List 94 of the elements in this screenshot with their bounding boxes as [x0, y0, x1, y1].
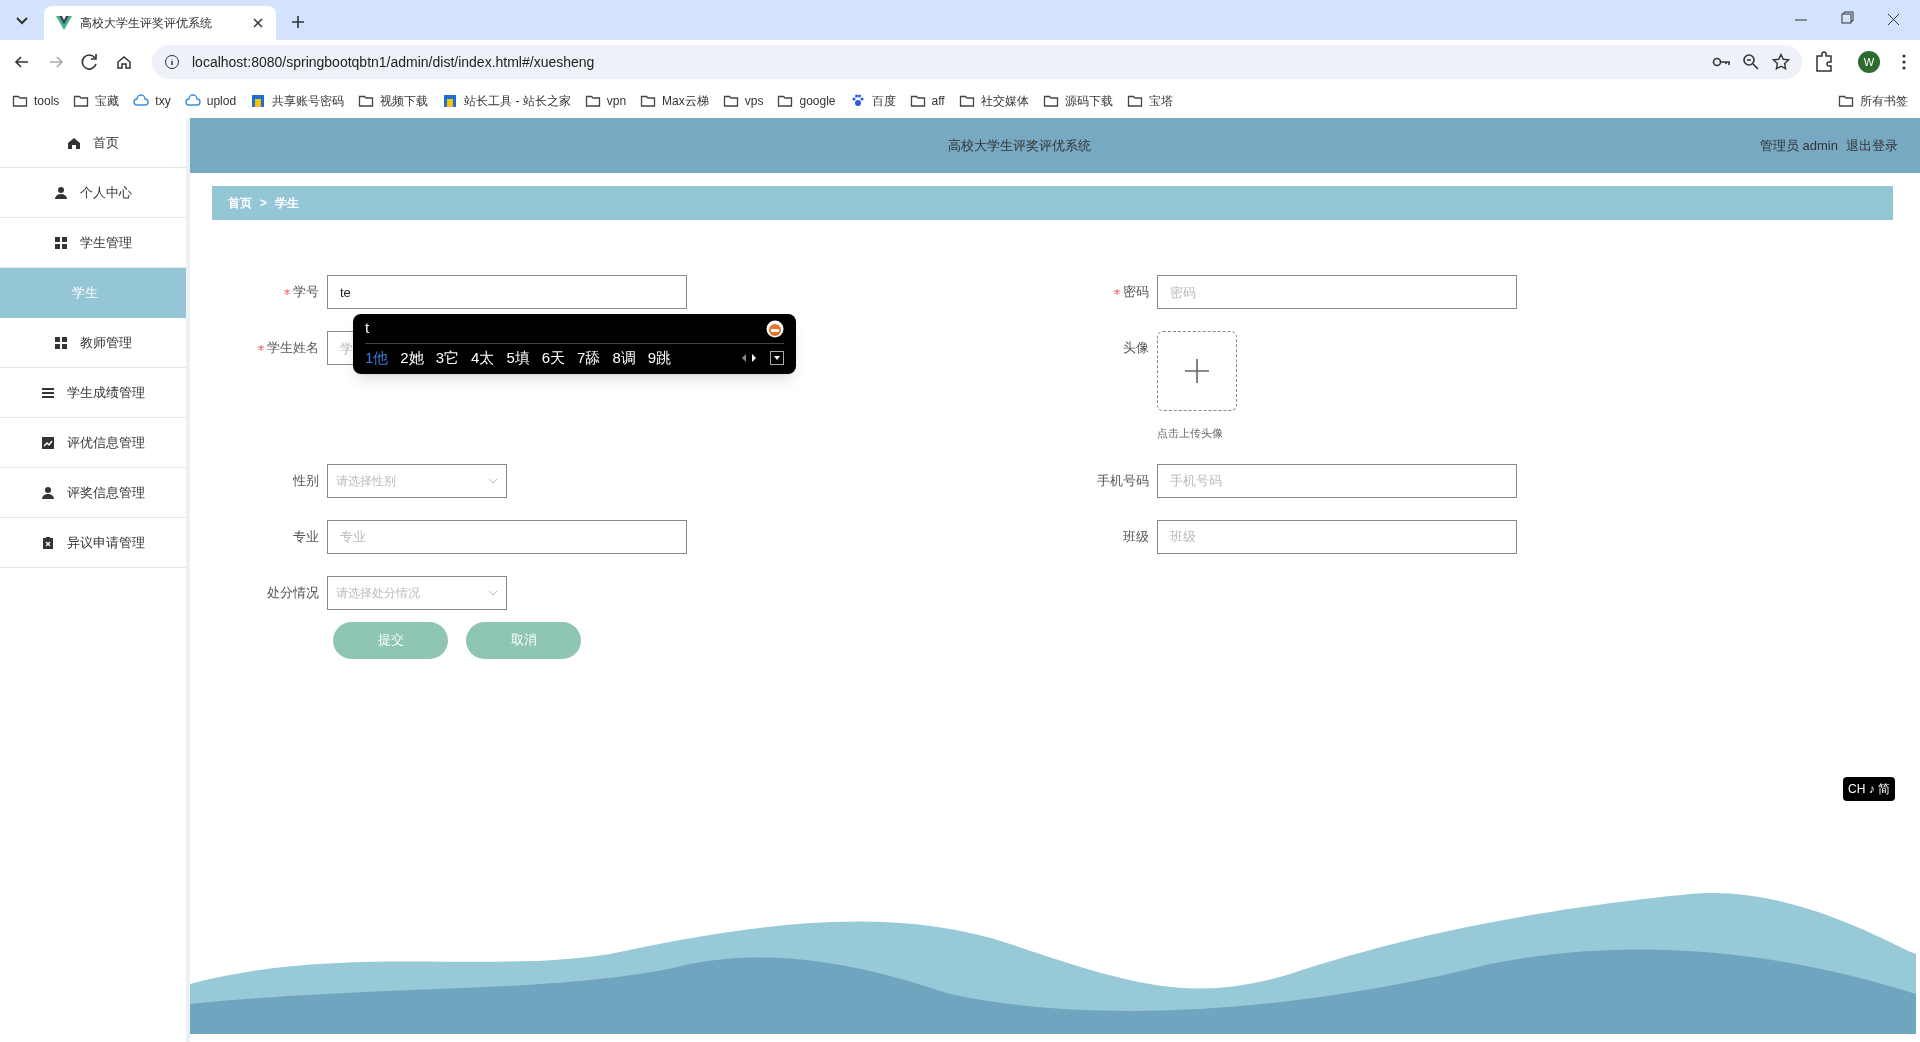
- cloud-icon: [184, 93, 201, 109]
- folder-icon: [1838, 93, 1854, 109]
- list-icon: [41, 385, 55, 400]
- ime-candidate[interactable]: 8调: [612, 346, 636, 370]
- page-arrows-icon[interactable]: [740, 352, 758, 364]
- field-label: 头像: [1123, 339, 1149, 358]
- folder-icon: [584, 93, 601, 109]
- bookmark[interactable]: txy: [133, 92, 171, 110]
- browser-tab[interactable]: 高校大学生评奖评优系统: [44, 6, 276, 40]
- bookmark[interactable]: aff: [909, 92, 945, 110]
- site-logo-icon: [250, 93, 267, 109]
- field-label: 学号: [293, 283, 319, 302]
- logout-link[interactable]: 退出登录: [1846, 135, 1898, 156]
- ime-candidate[interactable]: 7舔: [577, 346, 601, 370]
- menu-item[interactable]: 首页: [0, 118, 186, 168]
- chevron-down-icon: [488, 589, 498, 596]
- ime-candidate[interactable]: 3它: [435, 346, 460, 370]
- user-label: 管理员 admin: [1759, 136, 1838, 155]
- app-title: 高校大学生评奖评优系统: [947, 136, 1093, 155]
- tab-title: 高校大学生评奖评优系统: [80, 15, 213, 32]
- field-label: 专业: [293, 527, 319, 546]
- ime-candidate[interactable]: 6天: [541, 346, 566, 370]
- bookmark[interactable]: uplod: [184, 92, 237, 110]
- menu-item[interactable]: 教师管理: [0, 318, 186, 368]
- folder-icon: [73, 93, 90, 109]
- chart-icon: [41, 435, 55, 450]
- menu-item[interactable]: 学生成绩管理: [0, 368, 186, 418]
- ime-candidate[interactable]: 2她: [400, 346, 424, 370]
- menu-item[interactable]: 异议申请管理: [0, 518, 186, 568]
- folder-icon: [640, 93, 657, 109]
- menu-item[interactable]: 评奖信息管理: [0, 468, 186, 518]
- bookmark[interactable]: 百度: [849, 92, 896, 110]
- folder-icon: [722, 93, 739, 109]
- bookmark[interactable]: 源码下载: [1042, 92, 1113, 110]
- folder-icon: [12, 93, 28, 109]
- field-label: 性别: [293, 471, 319, 490]
- upload-box[interactable]: [1157, 331, 1237, 411]
- cloud-icon: [133, 93, 150, 109]
- vue-logo-icon: [56, 16, 72, 30]
- profile-avatar[interactable]: W: [1858, 51, 1880, 73]
- close-icon[interactable]: [252, 17, 264, 29]
- ime-candidate[interactable]: 4太: [471, 346, 495, 370]
- ime-candidate[interactable]: 5填: [506, 346, 530, 370]
- field-label: 处分情况: [267, 583, 319, 602]
- chevron-down-icon: [488, 477, 498, 484]
- folder-icon: [958, 93, 975, 109]
- bookmark[interactable]: Max云梯: [640, 92, 709, 110]
- folder-icon: [777, 93, 794, 109]
- bookmark[interactable]: 共享账号密码: [250, 92, 345, 110]
- grid-icon: [54, 335, 68, 350]
- ime-candidate[interactable]: 1他: [365, 346, 389, 370]
- input-field[interactable]: 手机号码: [1157, 463, 1517, 498]
- breadcrumb-separator: >: [260, 195, 267, 212]
- bookmark[interactable]: 所有书签: [1838, 92, 1908, 110]
- upload-hint: 点击上传头像: [1157, 426, 1224, 441]
- clipboard-icon: [41, 535, 55, 550]
- input-field[interactable]: te: [327, 275, 687, 309]
- bookmark[interactable]: google: [777, 92, 836, 110]
- bookmark[interactable]: 宝塔: [1126, 92, 1173, 110]
- address-bar[interactable]: localhost:8080/springbootqbtn1/admin/dist/index.html#/xuesheng: [152, 45, 1802, 79]
- folder-icon: [1126, 93, 1143, 109]
- person-icon: [54, 185, 68, 200]
- input-field[interactable]: 班级: [1157, 519, 1517, 554]
- folder-icon: [1042, 93, 1059, 109]
- plus-icon: [1184, 358, 1210, 384]
- bookmark[interactable]: 宝藏: [73, 92, 120, 110]
- menu-item[interactable]: 评优信息管理: [0, 418, 186, 468]
- zoom-icon[interactable]: [1742, 53, 1760, 71]
- bookmark[interactable]: 视频下载: [358, 92, 429, 110]
- language-indicator[interactable]: CH ♪ 简: [1843, 777, 1895, 801]
- field-label: 班级: [1123, 527, 1149, 546]
- bookmark[interactable]: 站长工具 - 站长之家: [442, 92, 571, 110]
- menu-item[interactable]: 个人中心: [0, 168, 186, 218]
- ime-candidate[interactable]: 9跳: [647, 346, 672, 370]
- home-icon: [67, 135, 81, 150]
- input-field[interactable]: 密码: [1157, 275, 1517, 309]
- dropdown-icon[interactable]: [770, 351, 784, 365]
- grid-icon: [54, 235, 68, 250]
- info-icon[interactable]: [164, 54, 180, 70]
- folder-icon: [909, 93, 926, 109]
- input-field[interactable]: 专业: [327, 519, 687, 554]
- field-label: 手机号码: [1097, 471, 1149, 490]
- bookmark[interactable]: vps: [722, 92, 764, 110]
- person-icon: [41, 485, 55, 500]
- field-label: 密码: [1123, 283, 1149, 302]
- star-icon[interactable]: [1772, 53, 1790, 71]
- field-label: 学生姓名: [267, 339, 319, 358]
- folder-icon: [358, 93, 375, 109]
- site-logo-icon: [442, 93, 459, 109]
- ime-composition: t: [365, 318, 371, 339]
- url-text: localhost:8080/springbootqbtn1/admin/dist/index.html#/xuesheng: [192, 52, 596, 72]
- bookmark[interactable]: vpn: [584, 92, 627, 110]
- bookmark[interactable]: 社交媒体: [958, 92, 1029, 110]
- bookmark[interactable]: tools: [12, 92, 60, 110]
